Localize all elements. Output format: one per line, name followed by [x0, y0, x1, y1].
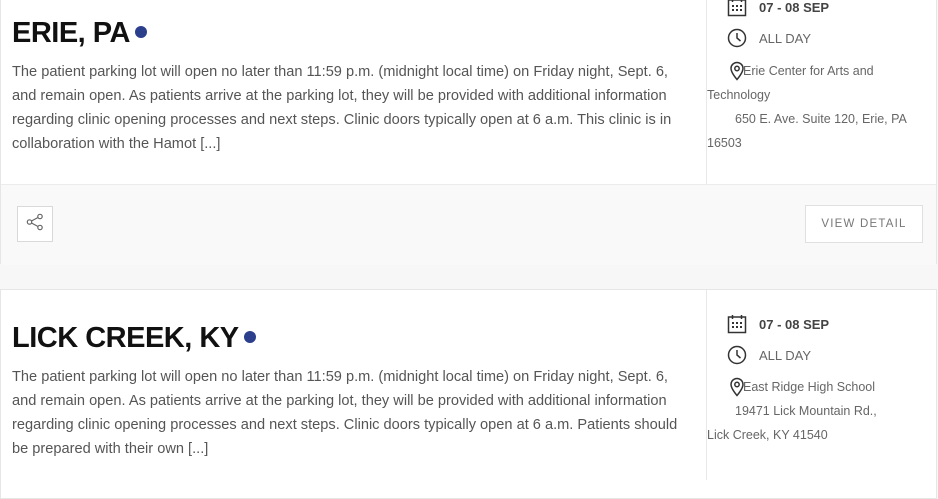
status-dot [134, 26, 147, 39]
event-time: ALL DAY [727, 345, 811, 365]
event-card: ERIE, PA The patient parking lot will op… [0, 0, 937, 265]
event-description: The patient parking lot will open no lat… [12, 369, 678, 457]
event-location: East Ridge High School 19471 Lick Mounta… [707, 375, 927, 447]
map-pin-icon [727, 377, 747, 405]
event-footer: VIEW DETAIL [1, 184, 936, 265]
event-date-text: 07 - 08 SEP [759, 316, 830, 332]
event-meta: 07 - 08 SEP ALL DAY Erie Center for Arts… [706, 0, 936, 184]
event-location: Erie Center for Arts and Technology 650 … [707, 59, 927, 155]
event-time-text: ALL DAY [759, 30, 812, 46]
calendar-icon [727, 314, 747, 334]
event-address: 19471 Lick Mountain Rd., Lick Creek, KY … [707, 404, 877, 442]
share-icon [26, 213, 44, 236]
event-description: The patient parking lot will open no lat… [12, 64, 672, 152]
event-date-text: 07 - 08 SEP [759, 0, 830, 15]
event-address: 650 E. Ave. Suite 120, Erie, PA 16503 [707, 112, 907, 150]
clock-icon [727, 28, 747, 48]
event-title[interactable]: ERIE, PA [12, 17, 147, 50]
event-title-text[interactable]: LICK CREEK, KY [12, 322, 239, 354]
event-time: ALL DAY [727, 28, 811, 48]
map-pin-icon [727, 61, 747, 89]
share-button[interactable] [17, 206, 53, 242]
event-time-text: ALL DAY [759, 347, 812, 363]
event-date: 07 - 08 SEP [727, 0, 829, 17]
event-date: 07 - 08 SEP [727, 314, 829, 334]
clock-icon [727, 345, 747, 365]
event-meta: 07 - 08 SEP ALL DAY East Ridge High Scho… [706, 290, 936, 480]
view-detail-button[interactable]: VIEW DETAIL [805, 205, 923, 243]
event-card: LICK CREEK, KY The patient parking lot w… [0, 289, 937, 499]
event-title[interactable]: LICK CREEK, KY [12, 322, 256, 355]
calendar-icon [727, 0, 747, 17]
status-dot [243, 331, 256, 344]
event-title-text[interactable]: ERIE, PA [12, 17, 130, 49]
